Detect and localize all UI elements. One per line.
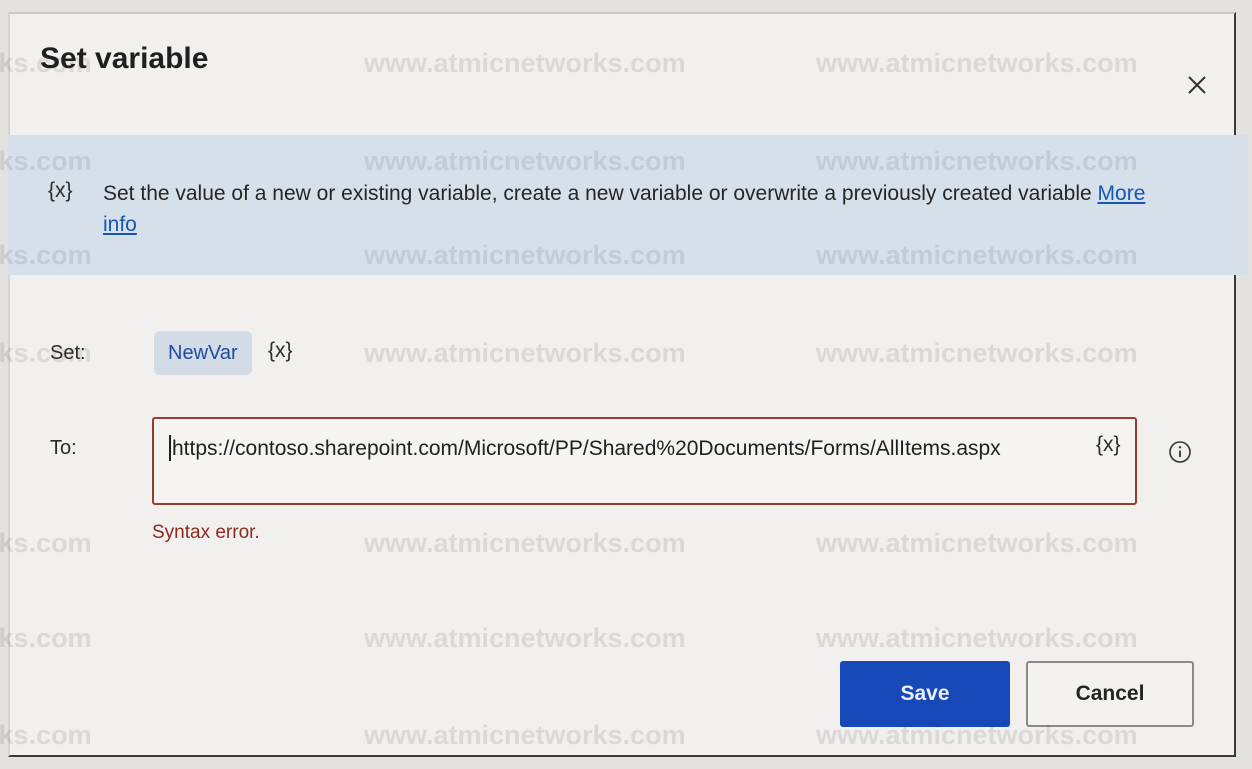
banner-description: Set the value of a new or existing varia… <box>103 178 1163 240</box>
close-icon <box>1188 76 1206 94</box>
banner-text: Set the value of a new or existing varia… <box>103 182 1092 205</box>
set-label: Set: <box>50 342 86 364</box>
value-input-text: https://contoso.sharepoint.com/Microsoft… <box>172 437 1001 460</box>
dialog-title: Set variable <box>40 42 209 75</box>
syntax-error-message: Syntax error. <box>152 522 260 543</box>
variable-name-chip[interactable]: NewVar <box>154 331 252 375</box>
set-variable-dialog <box>8 12 1236 757</box>
to-label: To: <box>50 437 77 459</box>
set-variable-picker-button[interactable]: {x} <box>268 340 293 361</box>
cancel-button[interactable]: Cancel <box>1026 661 1194 727</box>
text-caret <box>169 435 171 461</box>
save-button[interactable]: Save <box>840 661 1010 727</box>
info-icon[interactable] <box>1168 440 1192 464</box>
close-button[interactable] <box>1182 70 1212 100</box>
value-input[interactable]: https://contoso.sharepoint.com/Microsoft… <box>152 417 1137 505</box>
value-variable-picker-button[interactable]: {x} <box>1096 434 1121 455</box>
variable-icon: {x} <box>48 179 73 202</box>
